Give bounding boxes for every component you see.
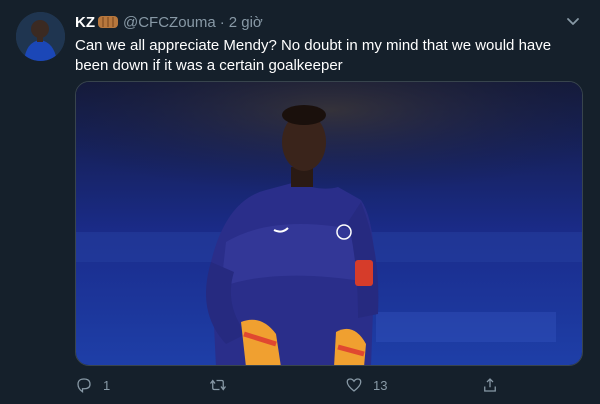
share-button[interactable] [481,376,499,394]
tweet[interactable]: KZ @CFCZouma · 2 giờ Can we all apprecia… [0,0,600,404]
tweet-header: KZ @CFCZouma · 2 giờ [75,12,263,32]
share-icon [484,378,496,392]
like-count: 13 [373,377,388,393]
reply-icon [77,378,91,393]
reply-count: 1 [103,377,111,393]
tweet-photo[interactable] [75,81,583,366]
fist-emoji-icon [97,14,119,30]
tweet-text: Can we all appreciate Mendy? No doubt in… [75,37,552,74]
separator-dot: · [219,13,225,31]
retweet-button[interactable] [209,376,237,394]
like-icon [346,378,362,392]
avatar[interactable] [16,12,65,61]
display-name[interactable]: KZ [75,14,95,31]
handle[interactable]: @CFCZouma [123,14,216,31]
like-button[interactable]: 13 [345,376,387,394]
caret-down-icon[interactable] [564,12,582,30]
reply-button[interactable]: 1 [75,376,110,394]
retweet-icon [209,379,227,391]
timestamp[interactable]: 2 giờ [229,14,263,31]
tweet-actions: 1 13 [75,376,580,398]
